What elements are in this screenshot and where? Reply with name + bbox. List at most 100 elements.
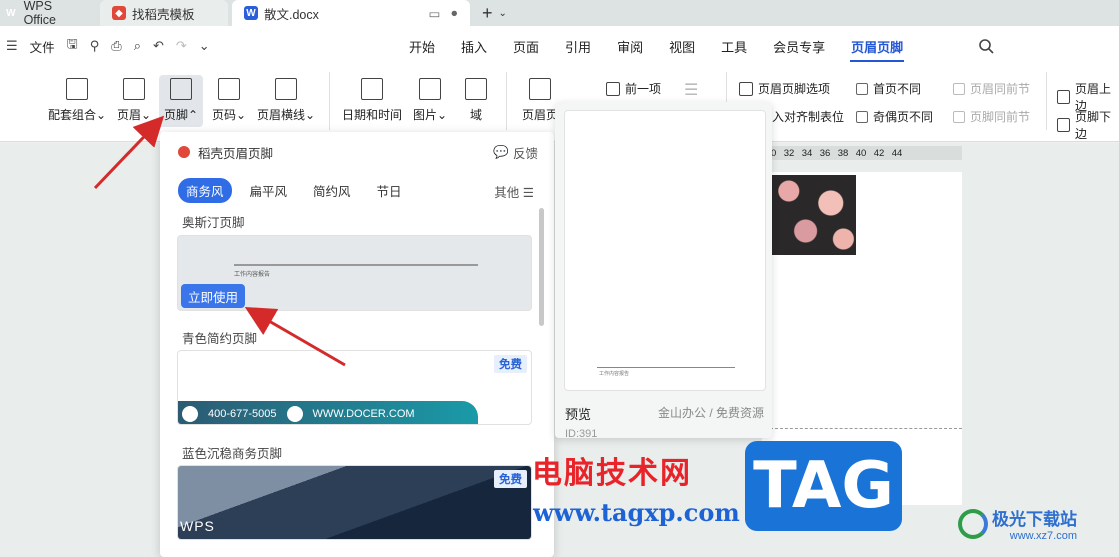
more-categories-button[interactable]: 其他 ☰ <box>494 182 534 201</box>
list-icon: ☰ <box>684 82 699 99</box>
tab-tools[interactable]: 工具 <box>708 26 760 66</box>
template-card-blue[interactable]: 免费 WPS <box>177 465 532 540</box>
footer-same-prev-box[interactable] <box>953 110 965 123</box>
odd-even-different-checkbox[interactable]: 奇偶页不同 <box>856 108 933 125</box>
header-same-prev-label: 页眉同前节 <box>970 82 1031 96</box>
category-simple[interactable]: 简约风 <box>305 178 359 203</box>
preview-source: 金山办公 / 免费资源 <box>657 406 764 420</box>
watermark-url: www.tagxp.com <box>533 498 740 527</box>
use-now-button[interactable]: 立即使用 <box>181 284 245 308</box>
header-label: 页眉 <box>116 108 141 122</box>
flower-photo[interactable] <box>772 175 856 255</box>
jiguang-title: 极光下载站 <box>992 510 1077 529</box>
insert-align-tab-button[interactable]: 入对齐制表位 <box>772 108 844 125</box>
wps-watermark-logo: WPS <box>180 518 215 534</box>
datetime-button[interactable]: 日期和时间 <box>340 78 404 123</box>
odd-even-label: 奇偶页不同 <box>873 110 934 124</box>
jiguang-logo-icon <box>958 508 988 539</box>
docer-logo-icon: ◆ <box>112 6 126 20</box>
tab-docer-label: 找稻壳模板 <box>132 7 195 22</box>
print-preview-icon[interactable]: ⌕ <box>134 38 141 54</box>
template-title-austin: 奥斯汀页脚 <box>182 216 245 230</box>
print-icon[interactable]: ⎙ <box>111 38 121 54</box>
footer-same-prev-label: 页脚同前节 <box>970 110 1031 124</box>
link-icon[interactable]: ⚲ <box>90 38 100 54</box>
tab-wps-label: WPS Office <box>23 0 56 27</box>
docer-brand-icon <box>178 146 190 158</box>
tab-header-footer[interactable]: 页眉页脚 <box>838 26 916 66</box>
tab-page[interactable]: 页面 <box>500 26 552 66</box>
odd-even-checkbox-box[interactable] <box>856 110 868 123</box>
save-icon[interactable]: 🖫 <box>67 35 78 57</box>
field-button[interactable]: 域 <box>462 78 490 123</box>
footer-label: 页脚 <box>163 108 188 122</box>
quick-access-chevron-icon[interactable]: ⌄ <box>199 38 210 54</box>
tab-reference[interactable]: 引用 <box>552 26 604 66</box>
template-card-austin[interactable]: 工作内容报告 立即使用 <box>177 235 532 311</box>
free-badge: 免费 <box>494 355 527 373</box>
file-menu[interactable]: 文件 <box>30 37 55 56</box>
redo-icon[interactable]: ↷ <box>176 38 187 54</box>
preview-label: 预览 <box>565 407 592 422</box>
combo-label: 配套组合 <box>47 108 96 122</box>
footer-template-panel: 稻壳页眉页脚 💬 反馈 商务风 扁平风 简约风 节日 其他 ☰ 奥斯汀页脚 工作… <box>160 132 554 557</box>
first-page-checkbox-box[interactable] <box>856 82 868 95</box>
undo-icon[interactable]: ↶ <box>153 38 164 54</box>
monitor-icon[interactable]: ▭ <box>429 6 441 21</box>
footer-boundary-line <box>770 428 962 429</box>
combo-button[interactable]: 配套组合⌄ <box>46 78 108 123</box>
tab-start[interactable]: 开始 <box>396 26 448 66</box>
tab-wps-office[interactable]: W WPS Office <box>0 0 98 27</box>
tab-review[interactable]: 审阅 <box>604 26 656 66</box>
header-line-icon <box>275 78 297 100</box>
insert-align-tab-label: 入对齐制表位 <box>772 110 845 124</box>
tab-list-chevron-icon[interactable]: ⌄ <box>499 8 507 19</box>
header-button[interactable]: 页眉⌄ <box>114 78 154 123</box>
tab-insert[interactable]: 插入 <box>448 26 500 66</box>
search-icon[interactable] <box>978 38 994 54</box>
feedback-button[interactable]: 💬 反馈 <box>493 143 538 162</box>
feedback-label: 反馈 <box>512 146 538 161</box>
prev-item-button[interactable]: 前一项 <box>606 80 661 97</box>
category-festival[interactable]: 节日 <box>369 178 410 203</box>
switch-header-label: 页眉页 <box>521 108 558 122</box>
navy-footer-graphic <box>178 466 531 539</box>
unsaved-dot-icon[interactable]: ● <box>450 6 458 20</box>
template-footer-line <box>234 264 478 266</box>
page-number-button[interactable]: 页码⌄ <box>208 78 250 123</box>
tab-document[interactable]: W 散文.docx ▭ ● <box>232 0 470 26</box>
header-line-button[interactable]: 页眉横线⌄ <box>255 78 317 123</box>
footer-same-prev-checkbox[interactable]: 页脚同前节 <box>953 108 1030 125</box>
horizontal-ruler[interactable]: 30 32 34 36 38 40 42 44 <box>762 146 962 160</box>
tab-view[interactable]: 视图 <box>656 26 708 66</box>
tab-document-label: 散文.docx <box>264 7 319 22</box>
options-icon <box>739 81 753 96</box>
panel-scrollbar[interactable] <box>539 208 544 326</box>
template-tiny-text: 工作内容报告 <box>234 272 271 278</box>
picture-button[interactable]: 图片⌄ <box>410 78 450 123</box>
watermark-tag-logo: TAG <box>745 441 902 531</box>
preview-tiny-text: 工作内容报告 <box>599 371 630 377</box>
calendar-icon <box>361 78 383 100</box>
header-top-icon <box>1057 90 1070 104</box>
new-tab-plus-icon[interactable]: + <box>482 3 493 24</box>
template-card-cyan[interactable]: 免费 400-677-5005 WWW.DOCER.COM <box>177 350 532 425</box>
hamburger-menu-icon[interactable]: ☰ <box>6 38 18 54</box>
header-same-prev-box[interactable] <box>953 82 965 95</box>
template-website: WWW.DOCER.COM <box>312 407 415 420</box>
header-footer-options-button[interactable]: 页眉页脚选项 <box>739 80 830 97</box>
ruler-tick: 34 <box>801 147 813 159</box>
menu-lines-icon: ☰ <box>522 186 534 200</box>
category-flat[interactable]: 扁平风 <box>242 178 296 203</box>
panel-header: 稻壳页眉页脚 💬 反馈 <box>160 132 554 172</box>
tab-docer[interactable]: ◆ 找稻壳模板 <box>100 0 228 26</box>
tab-bar: W WPS Office ◆ 找稻壳模板 W 散文.docx ▭ ● + ⌄ <box>0 0 1119 27</box>
header-same-prev-checkbox[interactable]: 页眉同前节 <box>953 80 1030 97</box>
footer-bottom-margin[interactable]: 页脚下边 <box>1057 108 1119 142</box>
tab-member[interactable]: 会员专享 <box>760 26 838 66</box>
first-page-different-checkbox[interactable]: 首页不同 <box>856 80 921 97</box>
category-business[interactable]: 商务风 <box>178 178 232 203</box>
template-phone: 400-677-5005 <box>208 407 277 420</box>
footer-button[interactable]: 页脚⌃ <box>159 75 203 127</box>
footer-bottom-label: 页脚下边 <box>1075 110 1112 141</box>
